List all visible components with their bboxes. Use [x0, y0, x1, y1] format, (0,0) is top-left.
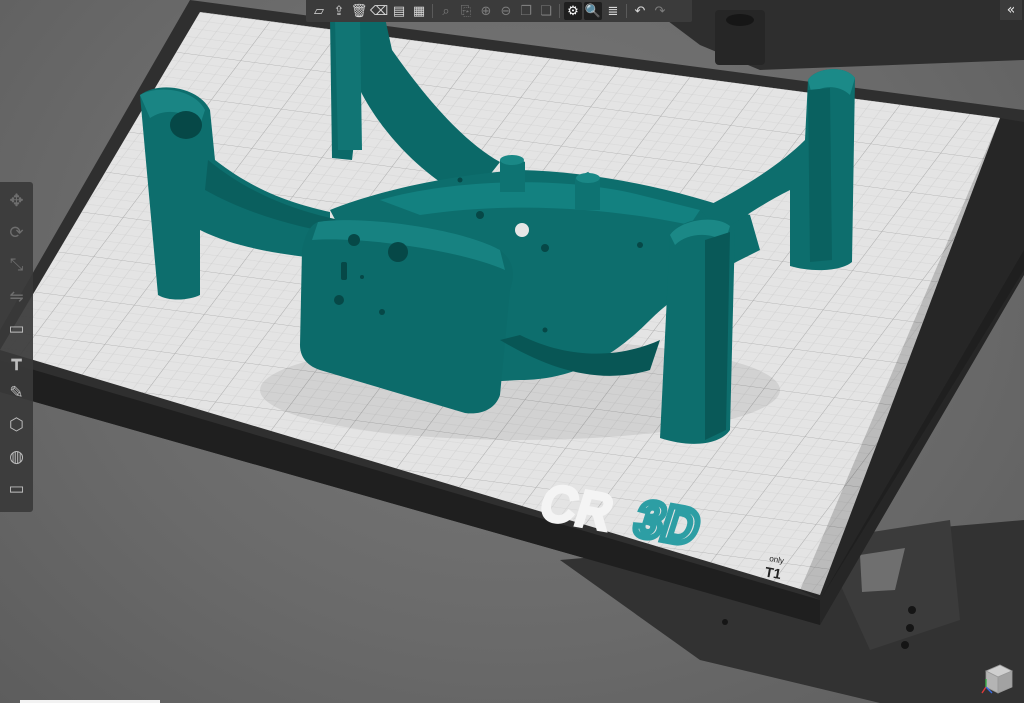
settings-button[interactable]: ⚙ [564, 2, 582, 20]
search-icon: ⌕ [442, 3, 450, 19]
magnify-button[interactable]: 🔍 [584, 2, 602, 20]
view-cube[interactable] [978, 657, 1018, 697]
clone-button[interactable]: ⎘ [457, 2, 475, 20]
copy-button[interactable]: ❐ [517, 2, 535, 20]
rotate-icon: ⟳ [9, 223, 24, 243]
plus-circle-icon: ⊕ [480, 3, 492, 19]
layout-button[interactable]: ▦ [410, 2, 428, 20]
layers-icon: ≣ [607, 3, 619, 19]
redo-icon: ↷ [654, 3, 666, 19]
undo-button[interactable]: ↶ [631, 2, 649, 20]
toolbar-separator [432, 4, 433, 18]
3d-viewport[interactable]: CR 3D only T1 ▱ ⇪ 🗑 ⌫ ▤ ▦ ⌕ ⎘ ⊕ ⊖ ❐ ❏ ⚙ … [0, 0, 1024, 703]
copy-icon: ❐ [520, 3, 532, 19]
left-tool-panel: ✥ ⟳ ⤡ ⇋ ▭ ┳ ✎ ⬡ ◍ ▭ [0, 182, 33, 512]
measure-tool-button[interactable]: ▭ [4, 476, 30, 502]
minus-circle-icon: ⊖ [500, 3, 512, 19]
gears-icon: ⚙ [567, 3, 579, 19]
mirror-tool-button[interactable]: ⇋ [4, 284, 30, 310]
support-tool-button[interactable]: ┳ [4, 348, 30, 374]
toolbar-separator [626, 4, 627, 18]
layout-icon: ▦ [412, 3, 426, 19]
collapse-panel-button[interactable]: « [1000, 0, 1022, 20]
add-model-icon: ▱ [314, 3, 324, 19]
move-tool-button[interactable]: ✥ [4, 188, 30, 214]
move-icon: ✥ [9, 191, 24, 211]
cube-icon: ⬡ [9, 415, 24, 435]
undo-icon: ↶ [634, 3, 646, 19]
import-icon: ⇪ [333, 3, 345, 19]
add-model-button[interactable]: ▱ [310, 2, 328, 20]
trash-icon: 🗑 [350, 3, 368, 19]
ruler-icon: ▭ [8, 479, 25, 499]
place-face-icon: ▭ [8, 319, 25, 339]
paint-tool-button[interactable]: ✎ [4, 380, 30, 406]
double-chevron-left-icon: « [1006, 2, 1016, 18]
arrange-icon: ▤ [392, 3, 406, 19]
mirror-icon: ⇋ [9, 287, 24, 307]
zoom-out-button[interactable]: ⊖ [497, 2, 515, 20]
paste-icon: ❏ [540, 3, 552, 19]
top-toolbar: ▱ ⇪ 🗑 ⌫ ▤ ▦ ⌕ ⎘ ⊕ ⊖ ❐ ❏ ⚙ 🔍 ≣ ↶ ↷ [306, 0, 692, 22]
layers-button[interactable]: ≣ [604, 2, 622, 20]
scale-tool-button[interactable]: ⤡ [4, 252, 30, 278]
scene-canvas[interactable]: CR 3D only T1 [0, 0, 1024, 703]
zoom-in-button[interactable]: ⊕ [477, 2, 495, 20]
place-on-face-tool-button[interactable]: ▭ [4, 316, 30, 342]
palette-icon: ◍ [9, 447, 24, 467]
paste-button[interactable]: ❏ [537, 2, 555, 20]
arrange-button[interactable]: ▤ [390, 2, 408, 20]
eraser-icon: ⌫ [369, 3, 389, 19]
redo-button[interactable]: ↷ [651, 2, 669, 20]
cube-tool-button[interactable]: ⬡ [4, 412, 30, 438]
paint-brush-icon: ✎ [9, 383, 24, 403]
erase-button[interactable]: ⌫ [370, 2, 388, 20]
support-icon: ┳ [11, 351, 22, 371]
color-tool-button[interactable]: ◍ [4, 444, 30, 470]
search-button[interactable]: ⌕ [437, 2, 455, 20]
magnifier-icon: 🔍 [584, 3, 602, 19]
import-button[interactable]: ⇪ [330, 2, 348, 20]
rotate-tool-button[interactable]: ⟳ [4, 220, 30, 246]
scale-icon: ⤡ [9, 255, 24, 275]
bed-tag-large: T1 [764, 564, 783, 583]
clone-icon: ⎘ [460, 3, 472, 19]
delete-button[interactable]: 🗑 [350, 2, 368, 20]
toolbar-separator [559, 4, 560, 18]
